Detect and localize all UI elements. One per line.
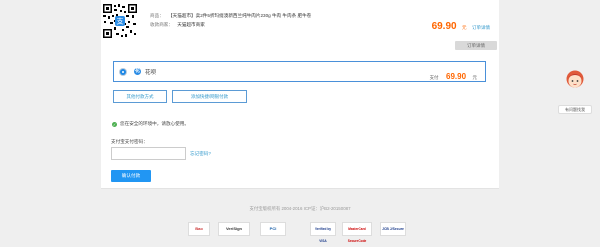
badge-verisign: VeriSign: [218, 222, 250, 236]
order-merchant-line: 收款商家： 天猫超市商家: [150, 22, 205, 28]
badge-jcb: JCB J/Secure: [380, 222, 406, 236]
security-notice: ✓ 您在安全的环境中，请放心使用。: [112, 121, 189, 127]
payment-method-option[interactable]: 花 花呗 支付 69.90 元: [113, 61, 486, 82]
pay-label: 支付: [429, 75, 439, 80]
confirm-payment-button[interactable]: 确认付款: [111, 170, 151, 182]
help-assistant[interactable]: 有问题找我: [558, 70, 592, 114]
product-key: 商品：: [150, 13, 164, 18]
password-input[interactable]: [111, 147, 186, 160]
badge-pci: PCI: [260, 222, 286, 236]
assistant-label[interactable]: 有问题找我: [558, 105, 592, 114]
order-detail-link[interactable]: 订单详情: [472, 25, 490, 30]
badge-mastercard-securecode: MasterCard SecureCode: [342, 222, 372, 243]
svg-text:支: 支: [117, 17, 124, 26]
selected-radio-icon[interactable]: [120, 69, 126, 75]
badge-bao: Bao: [188, 222, 210, 236]
payment-method-label: 花呗: [145, 70, 157, 76]
merchant-key: 收款商家：: [150, 22, 173, 27]
huabei-logo-icon: 花: [134, 68, 141, 75]
security-badges: Bao VeriSign PCI Verified by VISA Master…: [188, 222, 418, 243]
order-price: 69.90 元 订单详情: [432, 16, 490, 34]
pay-unit: 元: [472, 75, 478, 80]
assistant-avatar-icon: [566, 70, 584, 88]
other-payment-methods-button[interactable]: 其他付款方式: [113, 90, 167, 103]
add-card-button[interactable]: 添加快捷/网银付款: [172, 90, 247, 103]
check-circle-icon: ✓: [112, 122, 117, 127]
footer-copyright: 支付宝版权所有 2004-2016 ICP证：沪B2-20150087: [249, 206, 351, 211]
merchant-name: 天猫超市商家: [177, 22, 205, 27]
product-title: 【天猫超市】卖2件5折玛缇澳新西兰纯牛肉片230g 牛肉 牛肉条 肥牛卷: [168, 13, 312, 18]
qr-code-icon: 支: [102, 3, 138, 39]
security-message: 您在安全的环境中，请放心使用。: [120, 121, 189, 126]
pay-amount: 69.90: [446, 72, 467, 81]
order-product-line: 商品： 【天猫超市】卖2件5折玛缇澳新西兰纯牛肉片230g 牛肉 牛肉条 肥牛卷: [150, 13, 311, 19]
order-details-button[interactable]: 订单详情: [455, 41, 497, 50]
badge-verified-by-visa: Verified by VISA: [310, 222, 336, 243]
price-amount: 69.90: [431, 21, 457, 32]
price-unit: 元: [462, 25, 467, 30]
forgot-password-link[interactable]: 忘记密码?: [190, 151, 211, 157]
password-label: 支付宝支付密码：: [111, 139, 148, 144]
payment-amount-group: 支付 69.90 元: [430, 66, 477, 84]
